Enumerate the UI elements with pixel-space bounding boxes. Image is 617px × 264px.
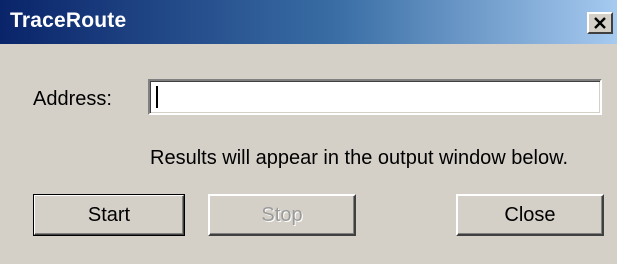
start-button-label: Start: [87, 203, 131, 226]
title-bar[interactable]: TraceRoute: [0, 0, 617, 44]
stop-button[interactable]: Stop: [208, 194, 356, 236]
close-window-button[interactable]: [587, 12, 613, 34]
stop-button-label: Stop: [261, 203, 303, 226]
close-button-label: Close: [504, 203, 556, 226]
text-caret: [156, 86, 158, 108]
close-x-icon: [594, 16, 606, 29]
traceroute-dialog: TraceRoute Address: Results will appear …: [0, 0, 617, 264]
window-title: TraceRoute: [10, 9, 127, 32]
address-label: Address:: [33, 88, 112, 110]
close-button[interactable]: Close: [456, 194, 604, 236]
start-button[interactable]: Start: [33, 194, 185, 236]
address-input[interactable]: [148, 79, 602, 115]
results-info-text: Results will appear in the output window…: [150, 147, 569, 169]
